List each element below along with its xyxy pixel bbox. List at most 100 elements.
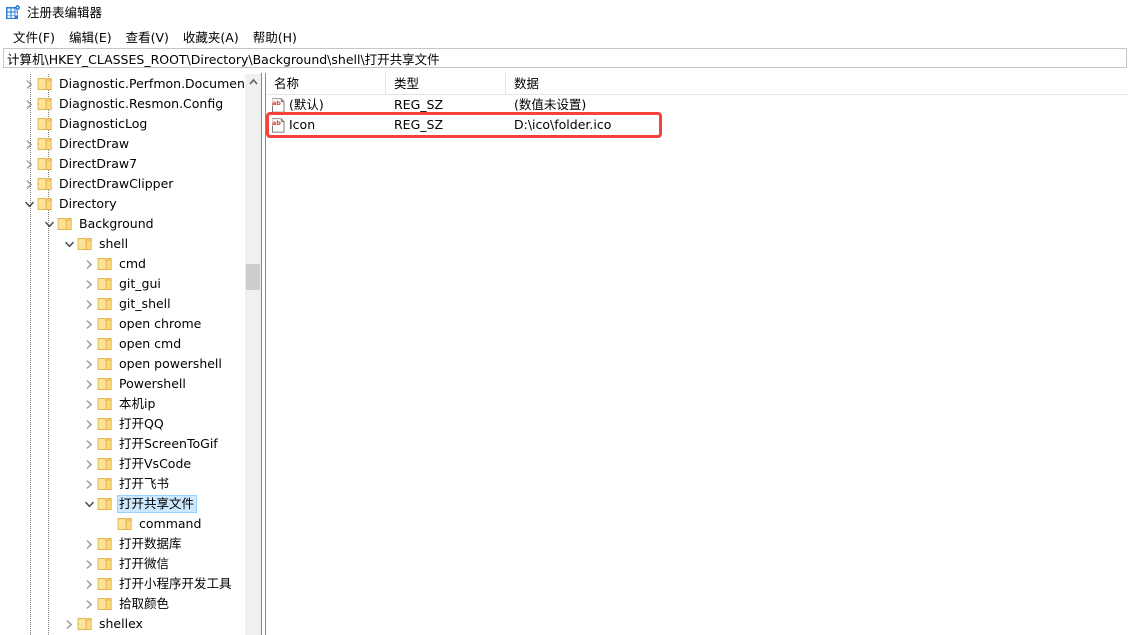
chevron-down-icon[interactable]	[61, 234, 77, 254]
tree-node[interactable]: 拾取颜色	[3, 594, 261, 614]
main-content: Diagnostic.Perfmon.Document Diagnostic.Re…	[3, 73, 1127, 635]
chevron-right-icon[interactable]	[21, 154, 37, 174]
chevron-right-icon[interactable]	[81, 274, 97, 294]
chevron-right-icon[interactable]	[81, 454, 97, 474]
chevron-right-icon[interactable]	[81, 334, 97, 354]
chevron-right-icon[interactable]	[21, 74, 37, 94]
scroll-thumb[interactable]	[246, 264, 260, 290]
value-row[interactable]: ab (默认) REG_SZ (数值未设置)	[266, 95, 1127, 115]
tree-node[interactable]: DirectDrawClipper	[3, 174, 261, 194]
chevron-right-icon[interactable]	[81, 534, 97, 554]
chevron-right-icon[interactable]	[81, 414, 97, 434]
chevron-right-icon[interactable]	[21, 174, 37, 194]
registry-values-list[interactable]: ab (默认) REG_SZ (数值未设置) ab Icon REG_SZ D:\ico\fo…	[266, 95, 1127, 135]
chevron-right-icon[interactable]	[81, 294, 97, 314]
tree-node[interactable]: cmd	[3, 254, 261, 274]
tree-node[interactable]: DiagnosticLog	[3, 114, 261, 134]
menu-view[interactable]: 查看(V)	[119, 26, 176, 48]
folder-icon	[97, 597, 113, 611]
list-header: 名称 类型 数据	[266, 73, 1127, 95]
column-header-name[interactable]: 名称	[266, 73, 386, 94]
chevron-right-icon[interactable]	[81, 594, 97, 614]
chevron-right-icon[interactable]	[21, 134, 37, 154]
tree-node[interactable]: git_gui	[3, 274, 261, 294]
tree-node[interactable]: open powershell	[3, 354, 261, 374]
registry-tree[interactable]: Diagnostic.Perfmon.Document Diagnostic.Re…	[3, 74, 261, 635]
tree-node[interactable]: 本机ip	[3, 394, 261, 414]
tree-node[interactable]: command	[3, 514, 261, 534]
tree-node[interactable]: 打开飞书	[3, 474, 261, 494]
menu-help[interactable]: 帮助(H)	[246, 26, 304, 48]
menu-file[interactable]: 文件(F)	[6, 26, 62, 48]
tree-node-label: Powershell	[119, 376, 186, 391]
tree-node-label: DirectDraw7	[59, 156, 138, 171]
tree-node-label: DirectDrawClipper	[59, 176, 174, 191]
chevron-down-icon[interactable]	[81, 494, 97, 514]
tree-node-label: DirectDraw	[59, 136, 130, 151]
chevron-right-icon[interactable]	[81, 254, 97, 274]
column-header-data[interactable]: 数据	[506, 73, 1127, 94]
tree-node[interactable]: 打开QQ	[3, 414, 261, 434]
address-path: 计算机\HKEY_CLASSES_ROOT\Directory\Backgrou…	[7, 51, 440, 67]
tree-node-label: shellex	[99, 616, 143, 631]
value-name-text: Icon	[289, 117, 316, 132]
tree-node[interactable]: open cmd	[3, 334, 261, 354]
string-value-icon: ab	[271, 97, 286, 113]
tree-node[interactable]: 打开小程序开发工具	[3, 574, 261, 594]
scroll-up-button[interactable]	[245, 74, 261, 91]
tree-node[interactable]: open chrome	[3, 314, 261, 334]
folder-icon	[97, 377, 113, 391]
tree-node[interactable]: shell	[3, 234, 261, 254]
folder-icon	[57, 217, 73, 231]
tree-node-label: Directory	[59, 196, 117, 211]
address-bar[interactable]: 计算机\HKEY_CLASSES_ROOT\Directory\Backgrou…	[3, 48, 1127, 68]
tree-node[interactable]: 打开ScreenToGif	[3, 434, 261, 454]
tree-node[interactable]: Diagnostic.Perfmon.Document	[3, 74, 261, 94]
tree-scrollbar[interactable]	[244, 74, 261, 635]
tree-node-selected[interactable]: 打开共享文件	[3, 494, 261, 514]
tree-node[interactable]: git_shell	[3, 294, 261, 314]
chevron-right-icon[interactable]	[81, 574, 97, 594]
tree-node[interactable]: shellex	[3, 614, 261, 634]
tree-node[interactable]: 打开数据库	[3, 534, 261, 554]
chevron-right-icon[interactable]	[81, 554, 97, 574]
chevron-right-icon[interactable]	[81, 374, 97, 394]
tree-node[interactable]: Diagnostic.Resmon.Config	[3, 94, 261, 114]
value-type-cell: REG_SZ	[394, 97, 444, 112]
value-row[interactable]: ab Icon REG_SZ D:\ico\folder.ico	[266, 115, 1127, 135]
tree-node[interactable]: DirectDraw7	[3, 154, 261, 174]
tree-node-label: git_gui	[119, 276, 161, 291]
chevron-right-icon[interactable]	[81, 474, 97, 494]
chevron-down-icon[interactable]	[41, 214, 57, 234]
chevron-right-icon[interactable]	[81, 394, 97, 414]
chevron-right-icon[interactable]	[81, 314, 97, 334]
tree-node[interactable]: Background	[3, 214, 261, 234]
chevron-down-icon[interactable]	[21, 194, 37, 214]
chevron-right-icon[interactable]	[61, 614, 77, 634]
tree-node[interactable]: Directory	[3, 194, 261, 214]
chevron-right-icon[interactable]	[81, 434, 97, 454]
tree-node[interactable]: 打开VsCode	[3, 454, 261, 474]
chevron-right-icon[interactable]	[21, 94, 37, 114]
column-header-type[interactable]: 类型	[386, 73, 506, 94]
value-data-cell: D:\ico\folder.ico	[514, 117, 612, 132]
menu-edit[interactable]: 编辑(E)	[62, 26, 119, 48]
chevron-right-icon[interactable]	[81, 354, 97, 374]
tree-node[interactable]: Powershell	[3, 374, 261, 394]
menu-favorites[interactable]: 收藏夹(A)	[176, 26, 246, 48]
tree-node[interactable]: 打开微信	[3, 554, 261, 574]
folder-icon	[97, 557, 113, 571]
tree-node[interactable]: DirectDraw	[3, 134, 261, 154]
tree-node-label: 打开VsCode	[119, 456, 192, 471]
